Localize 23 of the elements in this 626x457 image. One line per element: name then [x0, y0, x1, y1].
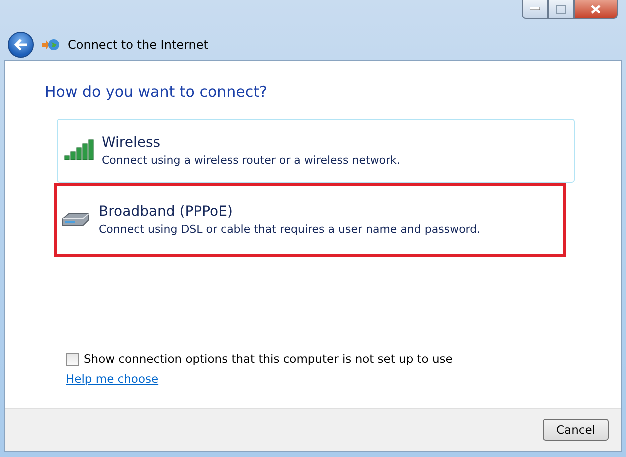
help-link[interactable]: Help me choose: [66, 372, 159, 386]
globe-arrow-icon: [42, 38, 60, 52]
page-heading: How do you want to connect?: [45, 83, 268, 101]
back-button[interactable]: [8, 32, 34, 58]
maximize-icon: [556, 4, 566, 14]
cancel-button[interactable]: Cancel: [543, 419, 609, 441]
close-button[interactable]: [574, 0, 618, 19]
window-title: Connect to the Internet: [68, 38, 208, 52]
checkbox[interactable]: [66, 352, 79, 366]
checkbox-label: Show connection options that this computer is not set up to use: [84, 352, 453, 366]
connection-option[interactable]: Broadband (PPPoE) Connect using DSL or cable that requires a user name and password.: [54, 183, 566, 257]
minimize-icon: [530, 7, 540, 11]
option-description: Connect using a wireless router or a wireless network.: [102, 154, 400, 167]
option-description: Connect using DSL or cable that requires a user name and password.: [99, 223, 481, 236]
signal-bars-icon: [64, 139, 94, 163]
close-icon: [591, 4, 601, 14]
maximize-button[interactable]: [548, 0, 574, 19]
back-arrow-icon: [14, 39, 28, 51]
modem-icon: [61, 211, 91, 229]
connection-option[interactable]: Wireless Connect using a wireless router or a wireless network.: [57, 119, 575, 183]
option-title: Wireless: [102, 135, 162, 151]
minimize-button[interactable]: [522, 0, 548, 19]
option-title: Broadband (PPPoE): [99, 204, 234, 220]
